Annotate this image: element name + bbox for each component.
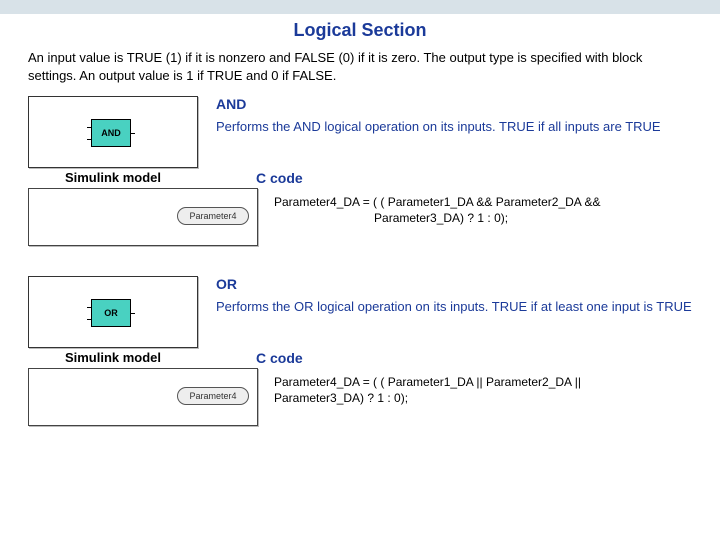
top-bar bbox=[0, 0, 720, 14]
param-pill-or: Parameter4 bbox=[177, 387, 249, 405]
simulink-diagram-or: OR bbox=[28, 276, 198, 348]
labels-row-or: Simulink model C code bbox=[0, 348, 720, 366]
param-diagram-or: Parameter4 bbox=[28, 368, 258, 426]
code-line: Parameter3_DA) ? 1 : 0); bbox=[274, 210, 692, 226]
simulink-diagram-and: AND bbox=[28, 96, 198, 168]
label-simulink-or: Simulink model bbox=[28, 350, 198, 366]
op-desc-and: Performs the AND logical operation on it… bbox=[216, 118, 692, 136]
logic-block-or: OR bbox=[91, 299, 131, 327]
param-diagram-and: Parameter4 bbox=[28, 188, 258, 246]
op-row-and: AND AND Performs the AND logical operati… bbox=[0, 96, 720, 168]
label-ccode-or: C code bbox=[198, 350, 692, 366]
code-line: Parameter3_DA) ? 1 : 0); bbox=[274, 390, 692, 406]
code-text-and: Parameter4_DA = ( ( Parameter1_DA && Par… bbox=[258, 188, 692, 226]
label-ccode-and: C code bbox=[198, 170, 692, 186]
param-pill-and: Parameter4 bbox=[177, 207, 249, 225]
code-text-or: Parameter4_DA = ( ( Parameter1_DA || Par… bbox=[258, 368, 692, 406]
labels-row-and: Simulink model C code bbox=[0, 168, 720, 186]
op-row-or: OR OR Performs the OR logical operation … bbox=[0, 276, 720, 348]
op-title-or: OR bbox=[216, 276, 692, 292]
code-row-or: Parameter4 Parameter4_DA = ( ( Parameter… bbox=[0, 366, 720, 426]
op-desc-or: Performs the OR logical operation on its… bbox=[216, 298, 692, 316]
logic-block-and: AND bbox=[91, 119, 131, 147]
code-line: Parameter4_DA = ( ( Parameter1_DA || Par… bbox=[274, 374, 692, 390]
label-simulink-and: Simulink model bbox=[28, 170, 198, 186]
intro-text: An input value is TRUE (1) if it is nonz… bbox=[0, 49, 720, 90]
section-title: Logical Section bbox=[0, 14, 720, 49]
op-title-and: AND bbox=[216, 96, 692, 112]
code-row-and: Parameter4 Parameter4_DA = ( ( Parameter… bbox=[0, 186, 720, 246]
code-line: Parameter4_DA = ( ( Parameter1_DA && Par… bbox=[274, 194, 692, 210]
